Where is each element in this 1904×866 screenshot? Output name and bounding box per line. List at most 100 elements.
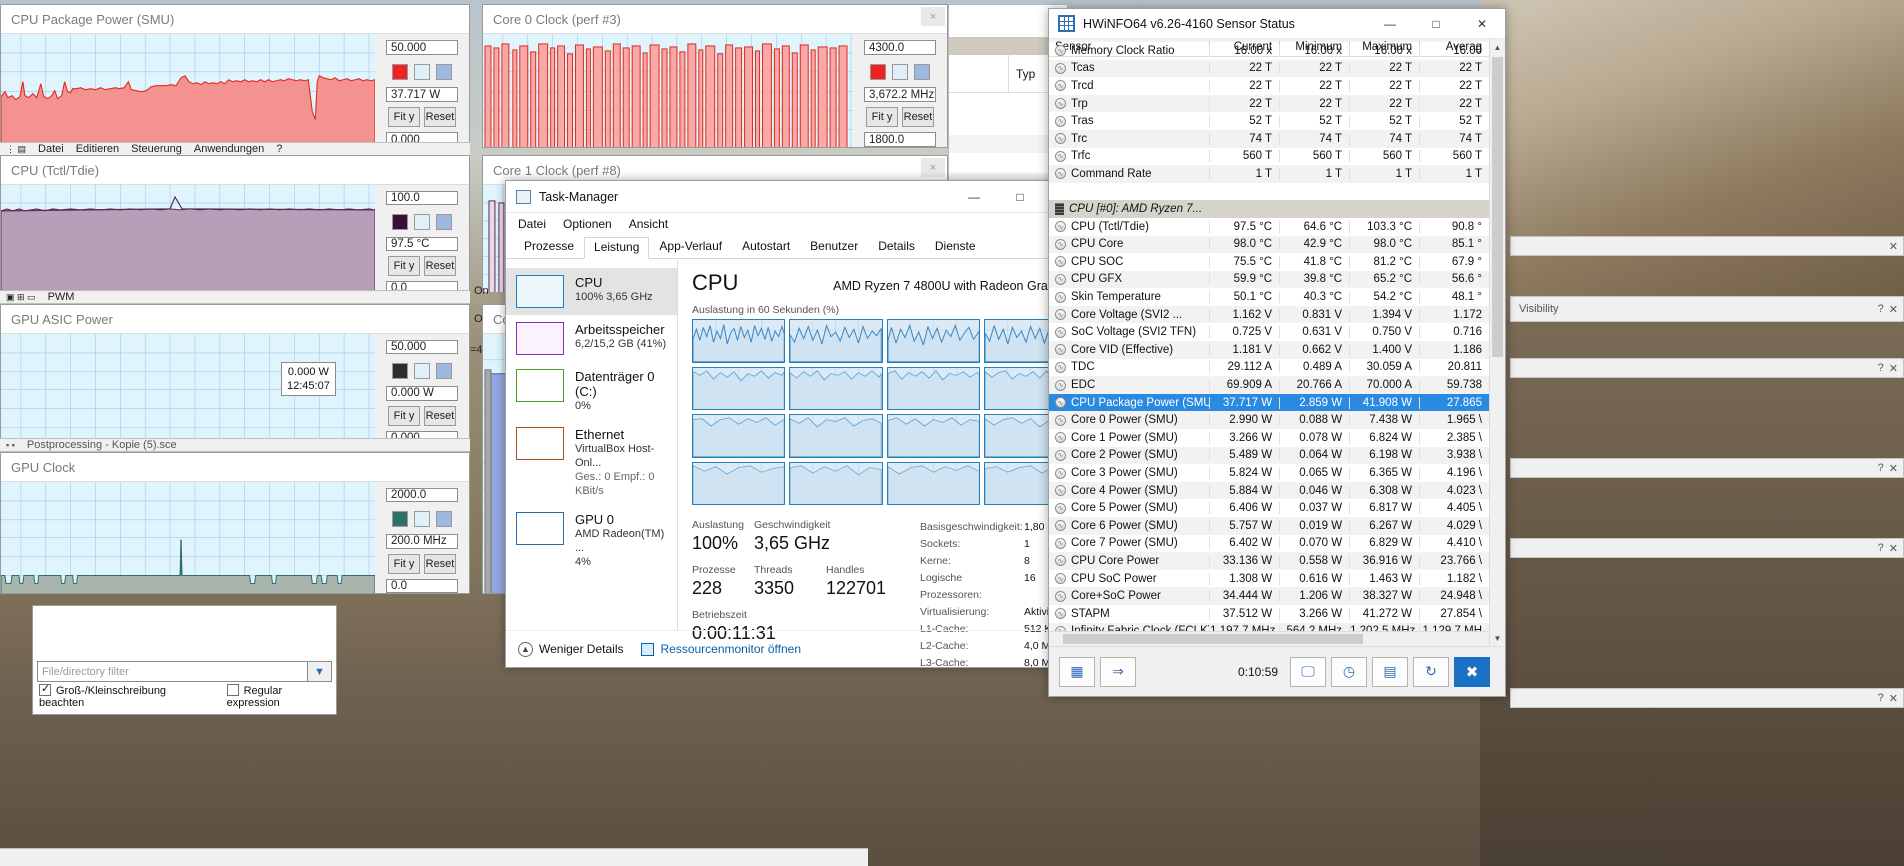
table-row[interactable]: ∿ Skin Temperature 50.1 °C 40.3 °C 54.2 °C 48… [1049, 288, 1489, 306]
table-row[interactable]: ∿ EDC 69.909 A 20.766 A 70.000 A 59.738 [1049, 376, 1489, 394]
table-row[interactable]: ∿ Trfc 560 T 560 T 560 T 560 T [1049, 148, 1489, 166]
graph-current-value[interactable]: 0.000 W [386, 386, 458, 401]
reset-button[interactable]: Reset [424, 553, 456, 574]
swatch-series[interactable] [392, 511, 408, 528]
close-x-icon[interactable]: ✖ [1454, 656, 1490, 687]
table-row[interactable]: ∿ SoC Voltage (SVI2 TFN) 0.725 V 0.631 V 0.7… [1049, 323, 1489, 341]
swatch-series[interactable] [392, 214, 408, 230]
graph-plot-area[interactable] [1, 34, 375, 147]
question-icon[interactable]: ? [1878, 303, 1884, 315]
tab-dienste[interactable]: Dienste [925, 236, 986, 258]
table-row[interactable]: ∿ Core+SoC Power 34.444 W 1.206 W 38.327 W 24… [1049, 587, 1489, 605]
swatch-series[interactable] [392, 64, 408, 80]
graph-button-row[interactable]: Fit y Reset [388, 107, 456, 127]
graph-plot-area[interactable] [1, 482, 375, 593]
resource-monitor-link[interactable]: Ressourcenmonitor öffnen [641, 642, 801, 656]
swatch-grid[interactable] [436, 64, 452, 80]
right-panel-strip-1[interactable]: ✕ [1510, 236, 1904, 256]
graph-current-value[interactable]: 200.0 MHz [386, 534, 458, 549]
graph-controls[interactable]: 100.0 97.5 °C Fit y Reset 0.0 [375, 185, 469, 295]
graph-button-row[interactable]: Fit y Reset [388, 553, 456, 574]
swatch-background[interactable] [414, 214, 430, 230]
menu-item-help[interactable]: ? [276, 143, 282, 155]
tab-benutzer[interactable]: Benutzer [800, 236, 868, 258]
monitor-icon[interactable]: 🖵 [1290, 656, 1326, 687]
table-row[interactable]: ∿ CPU Core Power 33.136 W 0.558 W 36.916 W 23… [1049, 552, 1489, 570]
background-app-menubar[interactable]: ⋮ ▤ Datei Editieren Steuerung Anwendunge… [0, 142, 470, 156]
fit-y-button[interactable]: Fit y [388, 256, 420, 276]
refresh-icon[interactable]: ↻ [1413, 656, 1449, 687]
close-icon[interactable]: ✕ [1889, 240, 1898, 253]
table-row[interactable]: ∿ Command Rate 1 T1 T1 T1 T [1049, 165, 1489, 183]
hwinfo-footer[interactable]: ▦ ⇒ 0:10:59 🖵 ◷ ▤ ↻ ✖ [1049, 646, 1505, 696]
fit-y-button[interactable]: Fit y [866, 107, 898, 127]
menu-datei[interactable]: Datei [518, 217, 546, 231]
table-row[interactable]: ∿ CPU SoC Power 1.308 W 0.616 W 1.463 W 1.182… [1049, 570, 1489, 588]
reset-button[interactable]: Reset [424, 405, 456, 426]
table-row[interactable]: ∿ Core 1 Power (SMU) 3.266 W 0.078 W 6.824 W… [1049, 429, 1489, 447]
table-row[interactable]: ∿ Core 6 Power (SMU) 5.757 W 0.019 W 6.267 W… [1049, 517, 1489, 535]
graph-panel-gpu-clock[interactable]: GPU Clock 2000.0 200.0 MHz Fit y Reset 0… [0, 452, 470, 594]
table-row[interactable]: ∿ Tras 52 T 52 T 52 T 52 T [1049, 112, 1489, 130]
maximize-button[interactable]: □ [997, 181, 1043, 213]
table-row[interactable] [1049, 183, 1489, 201]
hwinfo-titlebar[interactable]: HWiNFO64 v6.26-4160 Sensor Status — □ ✕ [1049, 9, 1505, 39]
table-row[interactable]: ∿ Trp 22 T 22 T 22 T 22 T [1049, 94, 1489, 113]
table-row[interactable]: ∿ CPU (Tctl/Tdie) 97.5 °C 64.6 °C 103.3 °C 90… [1049, 218, 1489, 236]
graph-swatches[interactable] [870, 64, 930, 80]
close-icon[interactable]: ✕ [1889, 462, 1898, 475]
less-details-button[interactable]: ▲ Weniger Details [518, 641, 623, 657]
graph-button-row[interactable]: Fit y Reset [388, 405, 456, 426]
scroll-down-arrow[interactable]: ▼ [1490, 630, 1505, 646]
fit-y-button[interactable]: Fit y [388, 553, 420, 574]
table-row[interactable]: ∿ Core 3 Power (SMU) 5.824 W 0.065 W 6.365 W… [1049, 464, 1489, 482]
menu-ansicht[interactable]: Ansicht [629, 217, 668, 231]
minimize-button[interactable]: — [1367, 8, 1413, 40]
tab-leistung[interactable]: Leistung [584, 237, 650, 259]
swatch-grid[interactable] [436, 511, 452, 528]
right-panel-strip-3[interactable]: ? ✕ [1510, 458, 1904, 478]
close-icon[interactable]: ✕ [1889, 303, 1898, 316]
table-row[interactable]: ∿ Core 0 Power (SMU) 2.990 W 0.088 W 7.438 W… [1049, 411, 1489, 430]
right-panel-strip-4[interactable]: ? ✕ [1510, 538, 1904, 558]
graph-button-row[interactable]: Fit y Reset [388, 256, 456, 276]
graph-current-value[interactable]: 3,672.2 MHz [864, 87, 936, 102]
sidebar-item-ethernet[interactable]: Ethernet VirtualBox Host-Onl... Ges.: 0 … [506, 420, 677, 505]
task-manager-menubar[interactable]: Datei Optionen Ansicht [506, 213, 1089, 235]
graph-current-value[interactable]: 37.717 W [386, 87, 458, 102]
graph-panel-cpu-package-power[interactable]: CPU Package Power (SMU) 50.000 37.717 W … [0, 4, 470, 148]
table-row[interactable]: ∿ TDC 29.112 A 0.489 A 30.059 A 20.811 [1049, 359, 1489, 377]
swatch-grid[interactable] [436, 214, 452, 230]
graph-swatches[interactable] [392, 363, 452, 380]
reset-button[interactable]: Reset [424, 107, 456, 127]
graph-controls[interactable]: 2000.0 200.0 MHz Fit y Reset 0.0 [375, 482, 469, 593]
table-row[interactable]: ∿ CPU Package Power (SMU) 37.717 W 2.859 W4… [1049, 393, 1489, 412]
task-manager-footer[interactable]: ▲ Weniger Details Ressourcenmonitor öffn… [506, 630, 1089, 667]
graph-button-row[interactable]: Fit y Reset [866, 107, 934, 127]
question-icon[interactable]: ? [1878, 692, 1884, 704]
scroll-thumb[interactable] [1492, 57, 1503, 357]
graph-plot-area[interactable] [1, 185, 375, 292]
tab-app-verlauf[interactable]: App-Verlauf [649, 236, 732, 258]
swatch-grid[interactable] [436, 363, 452, 380]
graph-panel-gpu-asic-power[interactable]: GPU ASIC Power 0.000 W 12:45:07 50.000 0… [0, 304, 470, 446]
forward-icon[interactable]: ⇒ [1100, 656, 1136, 687]
close-icon[interactable]: ✕ [1889, 542, 1898, 555]
checkbox-box[interactable] [226, 684, 239, 696]
reset-button[interactable]: Reset [902, 107, 934, 127]
graph-panel-cpu-tctl-tdie[interactable]: CPU (Tctl/Tdie) 100.0 97.5 °C Fit y Rese… [0, 155, 470, 295]
right-panel-strip-visibility[interactable]: Visibility ? ✕ [1510, 296, 1904, 322]
graph-swatches[interactable] [392, 214, 452, 230]
swatch-series[interactable] [870, 64, 886, 80]
hwinfo-sensor-table[interactable]: Sensor Current Minimum Maximum Averag ∿C… [1049, 39, 1489, 646]
table-row[interactable]: ∿ Core 2 Power (SMU) 5.489 W 0.064 W 6.198 W… [1049, 446, 1489, 465]
window-buttons[interactable]: — □ ✕ [1367, 8, 1505, 40]
close-icon[interactable]: × [921, 158, 945, 177]
file-filter-row[interactable]: File/directory filter ▼ [37, 661, 332, 682]
reset-button[interactable]: Reset [424, 256, 456, 276]
menu-optionen[interactable]: Optionen [563, 217, 612, 231]
swatch-grid[interactable] [914, 64, 930, 80]
table-row[interactable]: ∿ Memory Clock Ratio 16.00 x 16.00 x 16.00 x… [1049, 42, 1489, 60]
question-icon[interactable]: ? [1878, 462, 1884, 474]
graph-plot-area[interactable]: 0.000 W 12:45:07 [1, 334, 375, 445]
